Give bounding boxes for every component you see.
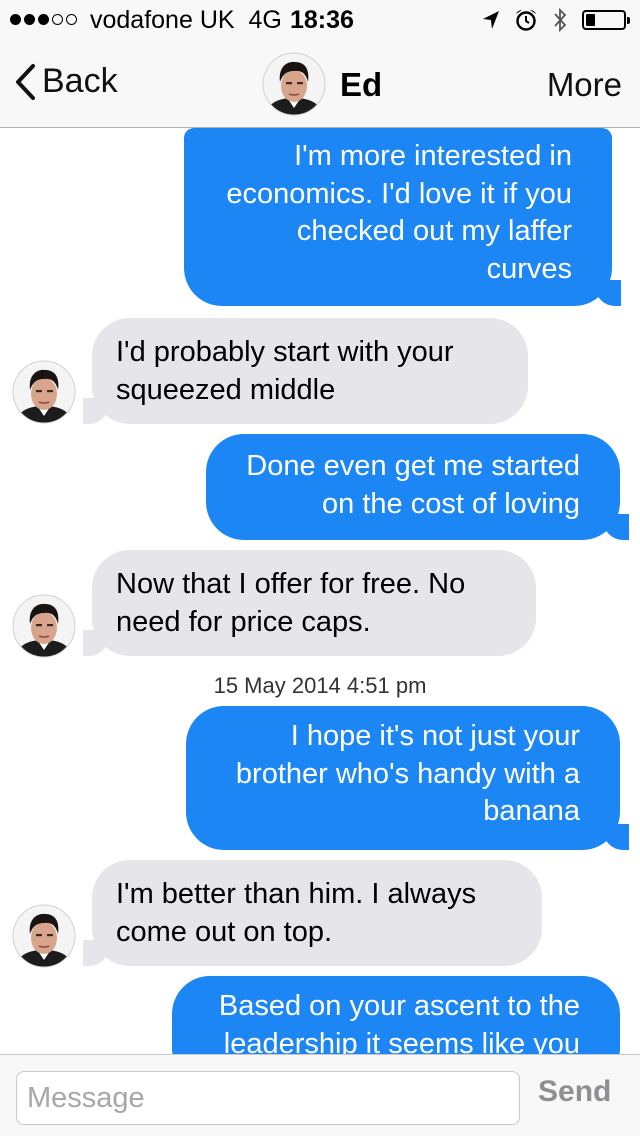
outgoing-message[interactable]: I'm more interested in economics. I'd lo… [184, 128, 621, 306]
incoming-message[interactable]: Now that I offer for free. No need for p… [83, 550, 536, 656]
message-line: I'd probably start with your [116, 336, 454, 368]
message-line: economics. I'd love it if you [226, 177, 572, 210]
location-arrow-icon [483, 11, 499, 29]
bluetooth-icon [554, 7, 567, 33]
battery-icon [582, 10, 630, 30]
message-line: Based on your ascent to the [218, 990, 580, 1022]
message-line: I'm more interested in [294, 140, 572, 172]
contact-avatar[interactable] [12, 360, 76, 424]
message-line: Done even get me started [246, 450, 580, 482]
incoming-message[interactable]: I'm better than him. I always come out o… [83, 860, 542, 966]
more-button[interactable]: More [547, 66, 622, 104]
signal-dot [24, 14, 35, 25]
chevron-left-icon [16, 63, 35, 100]
status-icons [482, 7, 630, 33]
signal-dot [66, 14, 77, 25]
back-label: Back [42, 62, 118, 100]
message-timestamp: 15 May 2014 4:51 pm [213, 673, 427, 698]
signal-dot [52, 14, 63, 25]
outgoing-message[interactable]: Done even get me started on the cost of … [206, 434, 629, 540]
contact-avatar[interactable] [262, 52, 326, 116]
message-line: brother who's handy with a [235, 757, 580, 790]
status-bar: vodafone UK 4G 18:36 [0, 0, 640, 40]
message-line: Now that I offer for free. No [116, 568, 466, 600]
message-line: checked out my laffer [296, 215, 572, 247]
battery-tip [627, 17, 630, 24]
message-thread[interactable]: I'm more interested in economics. I'd lo… [0, 128, 640, 1054]
message-line: come out on top. [116, 915, 333, 948]
signal-dot [10, 14, 21, 25]
message-line: need for price caps. [116, 605, 371, 638]
send-button[interactable]: Send [538, 1075, 611, 1109]
incoming-message[interactable]: I'd probably start with your squeezed mi… [83, 318, 528, 424]
carrier-network: vodafone UK 4G [90, 6, 282, 35]
clock: 18:36 [290, 6, 354, 34]
battery-level [586, 14, 595, 26]
carrier-name: vodafone UK [90, 6, 235, 34]
message-line: leadership it seems like you [223, 1027, 580, 1055]
message-line: on the cost of loving [322, 487, 580, 520]
message-line: curves [486, 252, 572, 285]
navigation-bar: Back Ed More [0, 40, 640, 128]
signal-dot [38, 14, 49, 25]
message-line: I hope it's not just your [290, 720, 580, 752]
contact-name[interactable]: Ed [340, 66, 382, 104]
outgoing-message[interactable]: Based on your ascent to the leadership i… [172, 976, 620, 1054]
signal-strength-icon [10, 14, 77, 25]
message-line: banana [483, 795, 580, 827]
message-input[interactable] [16, 1071, 520, 1125]
network-type: 4G [248, 6, 282, 34]
message-line: I'm better than him. I always [116, 878, 477, 910]
contact-avatar[interactable] [12, 904, 76, 968]
compose-bar: Send [0, 1054, 640, 1136]
outgoing-message[interactable]: I hope it's not just your brother who's … [186, 706, 629, 850]
alarm-icon [516, 10, 536, 31]
back-button[interactable]: Back [14, 62, 118, 101]
contact-avatar[interactable] [12, 594, 76, 658]
message-line: squeezed middle [116, 373, 336, 406]
